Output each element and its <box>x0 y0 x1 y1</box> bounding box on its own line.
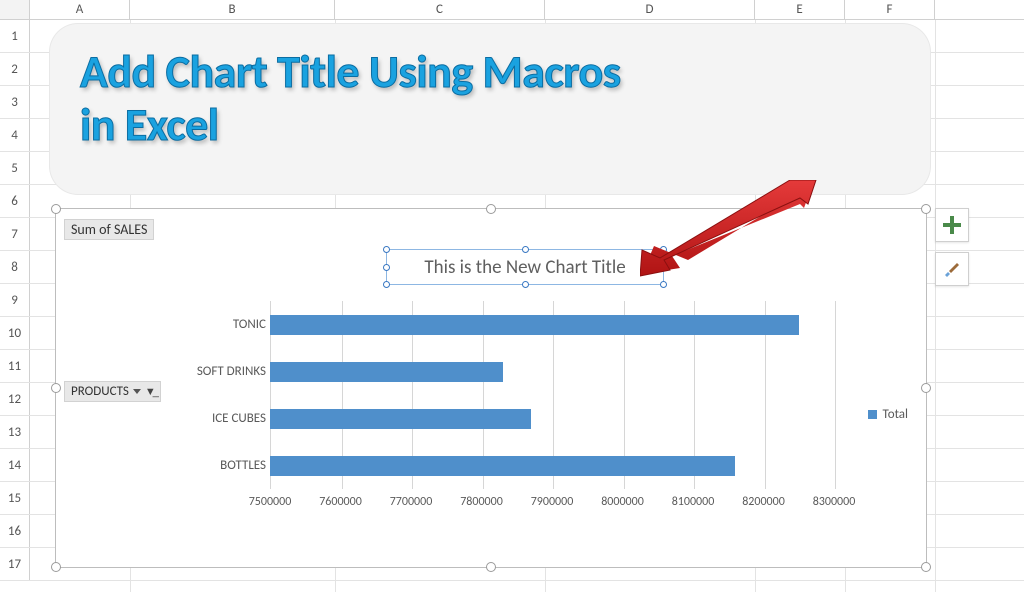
chart-title-text: This is the New Chart Title <box>424 256 625 279</box>
column-gridline <box>935 20 936 592</box>
row-header[interactable]: 4 <box>0 119 30 151</box>
row-header[interactable]: 9 <box>0 284 30 316</box>
sum-of-sales-label: Sum of SALES <box>64 219 154 240</box>
bar[interactable] <box>270 315 799 335</box>
x-tick-label: 7700000 <box>390 495 433 509</box>
row-header[interactable]: 12 <box>0 383 30 415</box>
filter-icon: ▼̲ <box>145 385 156 398</box>
row-header[interactable]: 3 <box>0 86 30 118</box>
legend-swatch-icon <box>868 410 877 419</box>
resize-handle-icon[interactable] <box>51 204 61 214</box>
category-label: TONIC <box>233 317 266 332</box>
bar[interactable] <box>270 409 531 429</box>
resize-handle-icon[interactable] <box>51 383 61 393</box>
column-header[interactable]: F <box>845 0 935 19</box>
plot-area: 7500000 7600000 7700000 7800000 7900000 80000… <box>224 301 834 517</box>
legend: Total <box>868 407 908 422</box>
row-header[interactable]: 14 <box>0 449 30 481</box>
row-header[interactable]: 7 <box>0 218 30 250</box>
paintbrush-icon <box>942 259 962 279</box>
x-tick-label: 8000000 <box>601 495 644 509</box>
dropdown-icon <box>133 389 141 394</box>
chart-elements-button[interactable] <box>935 208 969 242</box>
select-all-corner[interactable] <box>0 0 30 19</box>
gridline <box>835 301 836 489</box>
column-header[interactable]: D <box>545 0 755 19</box>
banner-line-1: Add Chart Title Using Macros <box>80 46 900 99</box>
row-header[interactable]: 13 <box>0 416 30 448</box>
row-header[interactable]: 6 <box>0 185 30 217</box>
textbox-handle-icon[interactable] <box>522 246 529 253</box>
legend-label: Total <box>883 407 908 422</box>
row-header[interactable]: 10 <box>0 317 30 349</box>
category-label: SOFT DRINKS <box>197 364 266 379</box>
textbox-handle-icon[interactable] <box>383 281 390 288</box>
resize-handle-icon[interactable] <box>51 562 61 572</box>
x-tick-label: 7600000 <box>319 495 362 509</box>
category-label: ICE CUBES <box>212 411 266 426</box>
annotation-arrow-icon <box>640 180 820 280</box>
column-header[interactable]: B <box>130 0 335 19</box>
category-label: BOTTLES <box>220 458 266 473</box>
row-header[interactable]: 8 <box>0 251 30 283</box>
column-header[interactable]: A <box>30 0 130 19</box>
chart-styles-button[interactable] <box>935 252 969 286</box>
column-headers: ABCDEF <box>0 0 1024 20</box>
row-header[interactable]: 1 <box>0 20 30 52</box>
textbox-handle-icon[interactable] <box>660 281 667 288</box>
row-header[interactable]: 11 <box>0 350 30 382</box>
resize-handle-icon[interactable] <box>921 204 931 214</box>
column-header[interactable]: C <box>335 0 545 19</box>
row-header[interactable]: 15 <box>0 482 30 514</box>
textbox-handle-icon[interactable] <box>383 264 390 271</box>
row-header[interactable]: 2 <box>0 53 30 85</box>
chart-float-toolbar <box>935 208 969 296</box>
x-tick-label: 7900000 <box>531 495 574 509</box>
row-header[interactable]: 16 <box>0 515 30 547</box>
x-tick-label: 7800000 <box>460 495 503 509</box>
bar[interactable] <box>270 456 735 476</box>
page-title-banner: Add Chart Title Using Macros in Excel <box>50 24 930 194</box>
resize-handle-icon[interactable] <box>921 383 931 393</box>
x-tick-label: 7500000 <box>249 495 292 509</box>
chart-title-textbox[interactable]: This is the New Chart Title <box>386 249 664 285</box>
row-header[interactable]: 17 <box>0 548 30 580</box>
row-header[interactable]: 5 <box>0 152 30 184</box>
x-tick-label: 8100000 <box>672 495 715 509</box>
resize-handle-icon[interactable] <box>486 562 496 572</box>
resize-handle-icon[interactable] <box>486 204 496 214</box>
textbox-handle-icon[interactable] <box>383 246 390 253</box>
products-label: PRODUCTS <box>71 384 129 399</box>
products-filter-pill[interactable]: PRODUCTS ▼̲ <box>64 381 161 402</box>
column-header[interactable]: E <box>755 0 845 19</box>
resize-handle-icon[interactable] <box>921 562 931 572</box>
x-tick-label: 8300000 <box>813 495 856 509</box>
x-tick-label: 8200000 <box>742 495 785 509</box>
banner-line-2: in Excel <box>80 99 900 152</box>
textbox-handle-icon[interactable] <box>522 281 529 288</box>
bar[interactable] <box>270 362 503 382</box>
plus-icon <box>943 216 961 234</box>
